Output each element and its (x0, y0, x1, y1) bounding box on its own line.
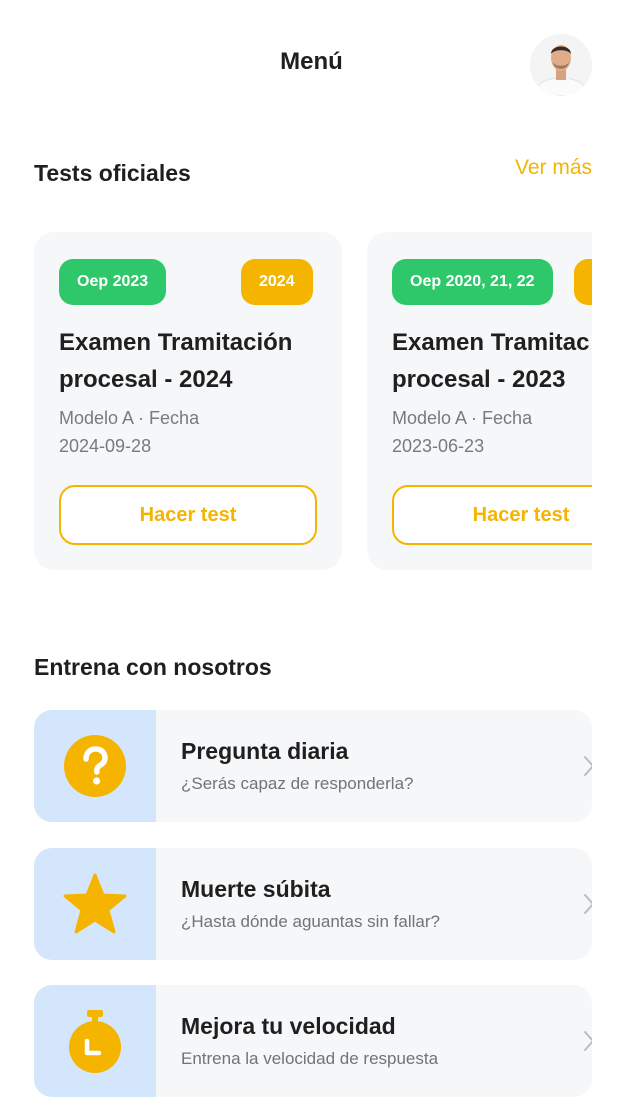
daily-question-icon-box (34, 710, 156, 822)
see-more-link[interactable]: Ver más (515, 156, 592, 180)
speed-training-icon-box (34, 985, 156, 1097)
chevron-right-icon (584, 756, 592, 776)
sudden-death-item[interactable]: Muerte súbita ¿Hasta dónde aguantas sin … (34, 848, 592, 960)
test-card-model: Modelo A · Fecha (392, 408, 533, 428)
train-item-subtitle: ¿Serás capaz de responderla? (181, 774, 414, 793)
take-test-button[interactable]: Hacer test (392, 485, 592, 545)
avatar[interactable] (530, 34, 592, 96)
test-card-date: 2024-09-28 (59, 436, 152, 456)
test-card-meta: Modelo A · Fecha 2024-09-28 (59, 404, 199, 460)
train-item-title: Pregunta diaria (181, 738, 349, 764)
official-tests-title: Tests oficiales (34, 160, 191, 186)
test-card-title: Examen Tramitac procesal - 2023 (392, 324, 592, 398)
chevron-right-icon (584, 894, 592, 914)
test-card-date: 2023-06-23 (392, 436, 485, 456)
official-tests-carousel[interactable]: Oep 2023 2024 Examen Tramitación procesa… (34, 232, 592, 572)
user-avatar-icon (530, 34, 592, 96)
training-header: Entrena con nosotros (34, 654, 592, 684)
test-card-title-line2: procesal - 2023 (392, 366, 566, 393)
question-icon (64, 735, 126, 797)
test-card-model: Modelo A · Fecha (59, 408, 200, 428)
oep-badge: Oep 2020, 21, 22 (392, 259, 553, 305)
chevron-right-icon (584, 1031, 592, 1051)
train-item-title: Muerte súbita (181, 876, 331, 902)
test-card-title-line1: Examen Tramitación (59, 329, 293, 356)
daily-question-item[interactable]: Pregunta diaria ¿Serás capaz de responde… (34, 710, 592, 822)
train-item-subtitle: ¿Hasta dónde aguantas sin fallar? (181, 912, 440, 931)
test-card-meta: Modelo A · Fecha 2023-06-23 (392, 404, 532, 460)
test-card-title-line1: Examen Tramitac (392, 329, 590, 356)
test-card[interactable]: Oep 2023 2024 Examen Tramitación procesa… (34, 232, 342, 570)
star-icon (63, 873, 127, 934)
sudden-death-icon-box (34, 848, 156, 960)
training-title: Entrena con nosotros (34, 654, 272, 680)
stopwatch-icon (69, 1010, 121, 1073)
oep-badge: Oep 2023 (59, 259, 167, 305)
speed-training-item[interactable]: Mejora tu velocidad Entrena la velocidad… (34, 985, 592, 1097)
test-card[interactable]: Oep 2020, 21, 22 Examen Tramitac procesa… (367, 232, 592, 570)
train-item-subtitle: Entrena la velocidad de respuesta (181, 1049, 439, 1068)
test-card-title: Examen Tramitación procesal - 2024 (59, 324, 359, 398)
test-card-title-line2: procesal - 2024 (59, 366, 233, 393)
train-item-title: Mejora tu velocidad (181, 1013, 396, 1039)
official-tests-header: Tests oficiales Ver más (34, 156, 592, 190)
year-badge: 2024 (241, 259, 313, 305)
year-badge (574, 259, 592, 305)
app-header: Menú (0, 0, 623, 130)
take-test-button[interactable]: Hacer test (59, 485, 317, 545)
